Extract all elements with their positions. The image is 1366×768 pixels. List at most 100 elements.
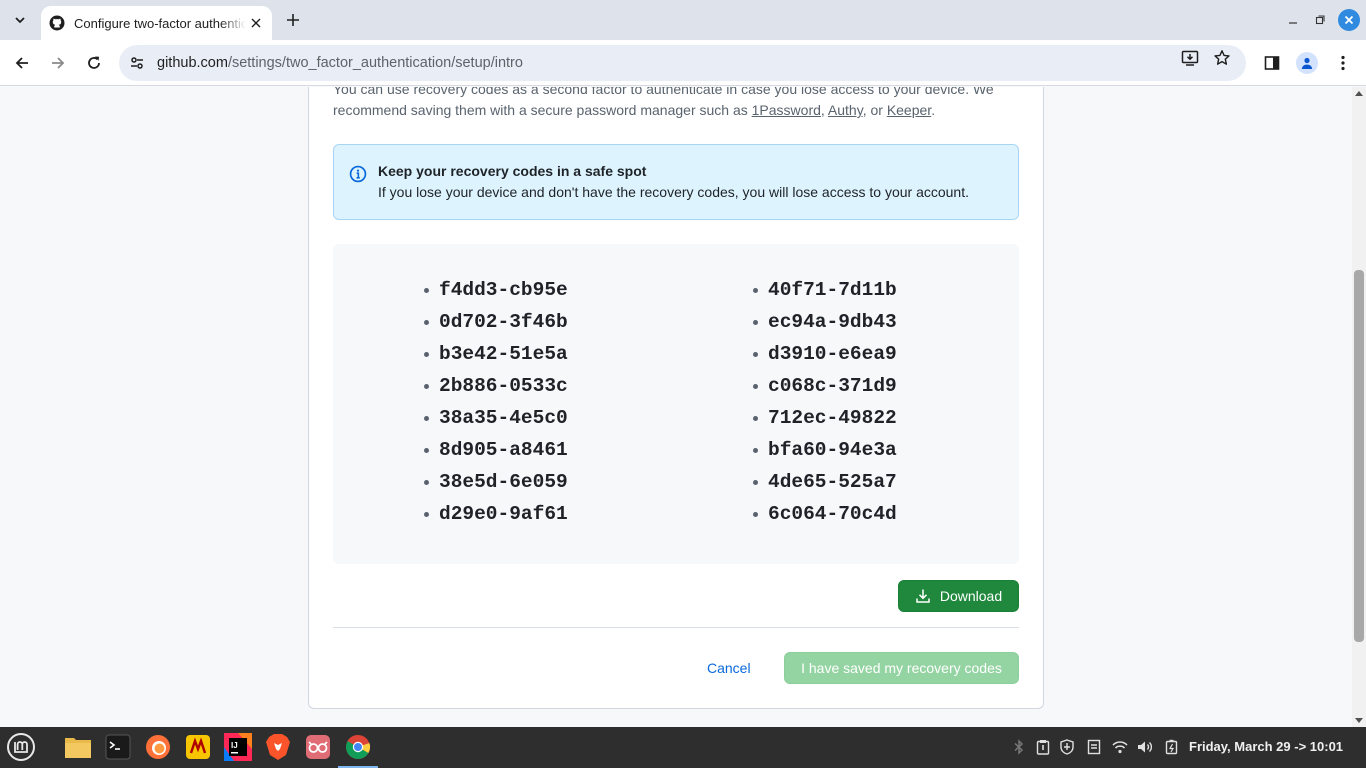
chevron-down-icon xyxy=(15,17,25,24)
recovery-code: c068c-371d9 xyxy=(753,370,897,402)
separator: , or xyxy=(862,102,887,118)
download-button[interactable]: Download xyxy=(898,580,1019,612)
recovery-code: 8d905-a8461 xyxy=(424,434,568,466)
recovery-code-text: d29e0-9af61 xyxy=(439,503,568,525)
side-panel-button[interactable] xyxy=(1260,51,1284,75)
bullet xyxy=(753,447,758,453)
install-app-button[interactable] xyxy=(1179,47,1201,69)
intellij-icon: IJ xyxy=(224,733,252,761)
recovery-code-text: 712ec-49822 xyxy=(768,407,897,429)
recovery-code: 6c064-70c4d xyxy=(753,498,897,530)
scrollbar-thumb[interactable] xyxy=(1354,270,1364,642)
recovery-code-text: 0d702-3f46b xyxy=(439,311,568,333)
side-panel-icon xyxy=(1264,56,1280,70)
bluetooth-icon xyxy=(1014,739,1024,755)
browser-toolbar: github.com/settings/two_factor_authentic… xyxy=(0,40,1366,86)
forward-button[interactable] xyxy=(46,51,70,75)
maximize-icon xyxy=(1315,15,1325,25)
terminal-icon xyxy=(105,734,131,760)
bluetooth-indicator[interactable] xyxy=(1011,739,1027,755)
recovery-code: 712ec-49822 xyxy=(753,402,897,434)
new-tab-button[interactable] xyxy=(281,8,305,32)
terminal-app[interactable] xyxy=(103,732,133,762)
recovery-code: 38e5d-6e059 xyxy=(424,466,568,498)
notes-icon xyxy=(1087,739,1101,755)
maximize-button[interactable] xyxy=(1310,10,1330,30)
power-indicator[interactable] xyxy=(1164,739,1180,755)
info-flash: Keep your recovery codes in a safe spot … xyxy=(333,144,1019,220)
bullet xyxy=(424,447,429,453)
link-authy[interactable]: Authy xyxy=(828,102,863,118)
clock[interactable]: Friday, March 29 -> 10:01 xyxy=(1189,739,1343,754)
install-icon xyxy=(1181,50,1199,66)
bullet xyxy=(424,511,429,517)
link-1password[interactable]: 1Password xyxy=(752,102,821,118)
readers-app[interactable] xyxy=(303,732,333,762)
tab-close-button[interactable] xyxy=(248,15,264,31)
more-vertical-icon xyxy=(1341,55,1345,71)
profile-button[interactable] xyxy=(1295,51,1319,75)
os-taskbar: IJ Friday, March 29 -> 10:01 xyxy=(0,727,1366,768)
minimize-button[interactable] xyxy=(1283,10,1303,30)
chrome-icon xyxy=(346,735,371,759)
recovery-code: ec94a-9db43 xyxy=(753,306,897,338)
recovery-code: 2b886-0533c xyxy=(424,370,568,402)
clipboard-indicator[interactable] xyxy=(1035,739,1051,755)
files-app[interactable] xyxy=(63,732,93,762)
brave-icon xyxy=(266,734,290,760)
shield-icon xyxy=(1060,739,1074,755)
update-manager-indicator[interactable] xyxy=(1059,739,1075,755)
scroll-down-arrow-icon[interactable] xyxy=(1355,718,1363,723)
scroll-up-arrow-icon[interactable] xyxy=(1355,91,1363,96)
download-label: Download xyxy=(939,588,1003,604)
address-bar[interactable]: github.com/settings/two_factor_authentic… xyxy=(119,45,1246,81)
recovery-code-text: ec94a-9db43 xyxy=(768,311,897,333)
bullet xyxy=(753,287,758,293)
bullet xyxy=(424,351,429,357)
window-close-button[interactable] xyxy=(1338,9,1360,31)
start-menu-button[interactable] xyxy=(6,732,36,762)
menu-icon xyxy=(7,733,35,761)
chrome-menu-button[interactable] xyxy=(1331,51,1355,75)
back-button[interactable] xyxy=(10,51,34,75)
wifi-icon xyxy=(1112,741,1128,754)
cancel-button[interactable]: Cancel xyxy=(707,652,751,684)
reload-icon xyxy=(88,56,100,69)
bookmark-button[interactable] xyxy=(1211,47,1233,69)
recovery-code-text: 38a35-4e5c0 xyxy=(439,407,568,429)
bullet xyxy=(753,383,758,389)
person-icon xyxy=(1301,57,1313,69)
bullet xyxy=(424,287,429,293)
volume-indicator[interactable] xyxy=(1137,739,1153,755)
recovery-code: 0d702-3f46b xyxy=(424,306,568,338)
firefox-app[interactable] xyxy=(143,732,173,762)
link-keeper[interactable]: Keeper xyxy=(887,102,931,118)
volume-icon xyxy=(1138,741,1153,753)
recovery-code-text: d3910-e6ea9 xyxy=(768,343,897,365)
filezilla-app[interactable] xyxy=(183,732,213,762)
chrome-app[interactable] xyxy=(338,732,378,768)
intro-line-2: recommend saving them with a secure pass… xyxy=(333,102,752,118)
battery-icon xyxy=(1165,739,1178,755)
notes-indicator[interactable] xyxy=(1086,739,1102,755)
recovery-code: b3e42-51e5a xyxy=(424,338,568,370)
intellij-app[interactable]: IJ xyxy=(223,732,253,762)
recovery-code-text: b3e42-51e5a xyxy=(439,343,568,365)
tab-search-button[interactable] xyxy=(8,8,32,32)
firefox-icon xyxy=(146,735,170,759)
recovery-code-text: 6c064-70c4d xyxy=(768,503,897,525)
info-icon xyxy=(349,165,367,183)
saved-recovery-codes-button[interactable]: I have saved my recovery codes xyxy=(784,652,1019,684)
network-indicator[interactable] xyxy=(1112,739,1128,755)
page-scrollbar[interactable] xyxy=(1352,87,1366,727)
brave-app[interactable] xyxy=(263,732,293,762)
recovery-code-text: 38e5d-6e059 xyxy=(439,471,568,493)
reload-button[interactable] xyxy=(82,51,106,75)
bullet xyxy=(753,319,758,325)
tab-active[interactable]: Configure two-factor authentication xyxy=(41,6,272,40)
filezilla-icon xyxy=(186,735,210,759)
site-info-button[interactable] xyxy=(123,49,151,77)
recovery-code: 40f71-7d11b xyxy=(753,274,897,306)
plus-icon xyxy=(287,14,299,26)
bullet xyxy=(753,415,758,421)
